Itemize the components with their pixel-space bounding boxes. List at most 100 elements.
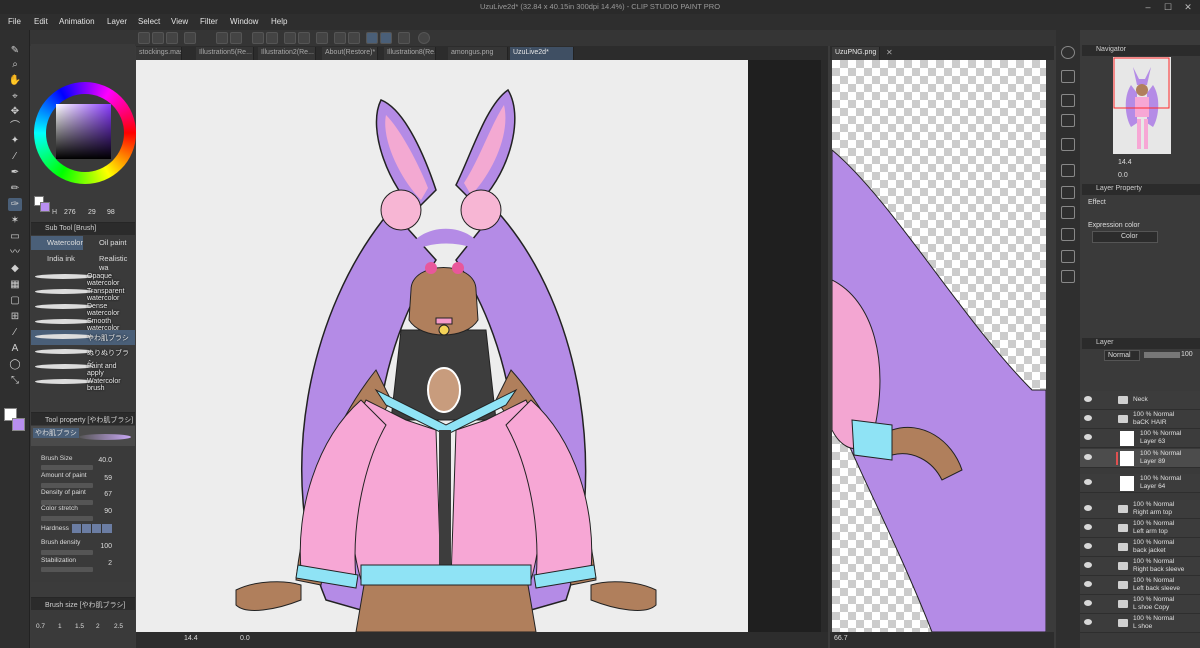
figure-icon[interactable]: ▢: [8, 294, 22, 307]
brush-item[interactable]: Transparent watercolor: [31, 285, 135, 302]
layer-row[interactable]: Neck: [1080, 391, 1200, 410]
visibility-icon[interactable]: [1084, 524, 1092, 530]
material-icon[interactable]: [1061, 94, 1075, 107]
brush-item[interactable]: Dense watercolor: [31, 300, 135, 317]
brush-item[interactable]: Smooth watercolor: [31, 315, 135, 332]
eraser-icon[interactable]: ▭: [8, 230, 22, 243]
color-stretch-slider[interactable]: [41, 516, 93, 521]
menu-filter[interactable]: Filter: [200, 17, 218, 26]
deselect-icon[interactable]: [298, 32, 310, 44]
magic-wand-icon[interactable]: ✦: [8, 134, 22, 147]
layer-row-selected[interactable]: 100 % Normal Layer 89: [1080, 449, 1200, 468]
brush-size-step[interactable]: 2: [96, 623, 100, 630]
amount-value[interactable]: 59: [92, 475, 112, 482]
tab-illustration8[interactable]: Illustration8(Re...: [384, 47, 436, 60]
visibility-icon[interactable]: [1084, 619, 1092, 625]
correct-line-icon[interactable]: ⤡: [8, 374, 22, 387]
snap-ruler-icon[interactable]: [366, 32, 378, 44]
pen-tool-icon[interactable]: ✎: [8, 44, 22, 57]
brush-size-slider[interactable]: [41, 465, 93, 470]
visibility-icon[interactable]: [1084, 479, 1092, 485]
visibility-icon[interactable]: [1084, 505, 1092, 511]
tab-india-ink[interactable]: India ink: [31, 252, 83, 266]
delete-icon[interactable]: [1061, 114, 1075, 127]
brush-size-step[interactable]: 1: [58, 623, 62, 630]
timeline-icon[interactable]: [1061, 138, 1075, 151]
amount-slider[interactable]: [41, 483, 93, 488]
balloon-icon[interactable]: ◯: [8, 358, 22, 371]
tab-uzupng[interactable]: UzuPNG.png: [832, 47, 880, 60]
opacity-value[interactable]: 100: [1181, 351, 1193, 358]
lasso-icon[interactable]: ⌒: [8, 120, 22, 133]
brush-density-slider[interactable]: [41, 550, 93, 555]
brush-item[interactable]: ぬりぬりブラシ: [31, 345, 135, 367]
item-bank-icon[interactable]: [1061, 206, 1075, 219]
menu-animation[interactable]: Animation: [59, 17, 95, 26]
stabilization-value[interactable]: 2: [92, 560, 112, 567]
pencil-icon[interactable]: ✏: [8, 182, 22, 195]
visibility-icon[interactable]: [1084, 543, 1092, 549]
visibility-icon[interactable]: [1084, 434, 1092, 440]
brush-item[interactable]: Watercolor brush: [31, 375, 135, 392]
brush-size-value[interactable]: 40.0: [92, 457, 112, 464]
layer-row[interactable]: 100 % Normal L shoe: [1080, 614, 1200, 633]
layer-search-icon[interactable]: [1061, 70, 1075, 83]
brush-item-selected[interactable]: やわ肌ブラシ: [31, 330, 135, 345]
brush-density-value[interactable]: 100: [92, 543, 112, 550]
save-icon[interactable]: [166, 32, 178, 44]
visibility-icon[interactable]: [1084, 581, 1092, 587]
layer-row[interactable]: 100 % Normal Right arm top: [1080, 500, 1200, 519]
visibility-icon[interactable]: [1084, 562, 1092, 568]
color-set-icon[interactable]: [1061, 270, 1075, 283]
tab-realistic-watercolor[interactable]: Realistic wa: [83, 252, 135, 272]
fill-tool-icon[interactable]: ◆: [8, 262, 22, 275]
second-zoom-readout[interactable]: 66.7: [834, 635, 848, 642]
stabilization-slider[interactable]: [41, 567, 93, 572]
sub-color-swatch[interactable]: [12, 418, 25, 431]
canvas-vertical-scrollbar[interactable]: [821, 60, 828, 632]
fill-icon[interactable]: [284, 32, 296, 44]
auto-action-icon[interactable]: [1061, 186, 1075, 199]
menu-window[interactable]: Window: [230, 17, 258, 26]
minimize-icon[interactable]: –: [1138, 1, 1158, 13]
ruler-tool-icon[interactable]: ∕: [8, 326, 22, 339]
menu-layer[interactable]: Layer: [107, 17, 127, 26]
snap-special-ruler-icon[interactable]: [380, 32, 392, 44]
layer-row[interactable]: 100 % Normal Layer 63: [1080, 429, 1200, 448]
airbrush-icon[interactable]: ✶: [8, 214, 22, 227]
menu-help[interactable]: Help: [271, 17, 287, 26]
blend-mode-select[interactable]: Normal: [1104, 350, 1140, 361]
layer-row[interactable]: 100 % Normal back jacket: [1080, 538, 1200, 557]
panel-sub-color[interactable]: [40, 202, 50, 212]
zoom-readout[interactable]: 14.4: [184, 635, 198, 642]
brush-size-step[interactable]: 0.7: [36, 623, 45, 630]
rotation-readout[interactable]: 0.0: [240, 635, 250, 642]
ruler-icon[interactable]: [348, 32, 360, 44]
navigator-angle[interactable]: 0.0: [1118, 172, 1128, 179]
search-icon[interactable]: [1061, 46, 1075, 59]
opacity-slider[interactable]: [1144, 352, 1180, 358]
undo-icon[interactable]: [216, 32, 228, 44]
hand-icon[interactable]: ✋: [8, 74, 22, 87]
tab-watercolor[interactable]: Watercolor: [31, 236, 83, 250]
close-icon[interactable]: ✕: [1178, 1, 1198, 13]
brush-item[interactable]: Opaque watercolor: [31, 270, 135, 287]
layer-row[interactable]: 100 % Normal Left back sleeve: [1080, 576, 1200, 595]
layer-row[interactable]: 100 % Normal L shoe Copy: [1080, 595, 1200, 614]
second-canvas[interactable]: [832, 60, 1046, 632]
tab-stockings-mask[interactable]: stockings.mask: [136, 47, 182, 60]
pen-icon[interactable]: ✒: [8, 166, 22, 179]
frame-icon[interactable]: ⊞: [8, 310, 22, 323]
layer-row[interactable]: 100 % Normal Right back sleeve: [1080, 557, 1200, 576]
redo-icon[interactable]: [230, 32, 242, 44]
operation-icon[interactable]: ⌖: [8, 90, 22, 103]
visibility-icon[interactable]: [1084, 415, 1092, 421]
crop-icon[interactable]: [334, 32, 346, 44]
tab-uzulive2d[interactable]: UzuLive2d*: [510, 47, 574, 60]
eyedropper-icon[interactable]: ⁄: [8, 150, 22, 163]
hardness-selector[interactable]: [72, 524, 112, 533]
text-icon[interactable]: A: [8, 342, 22, 355]
open-icon[interactable]: [152, 32, 164, 44]
brush-size-step[interactable]: 2.5: [114, 623, 123, 630]
brush-size-step[interactable]: 1.5: [75, 623, 84, 630]
